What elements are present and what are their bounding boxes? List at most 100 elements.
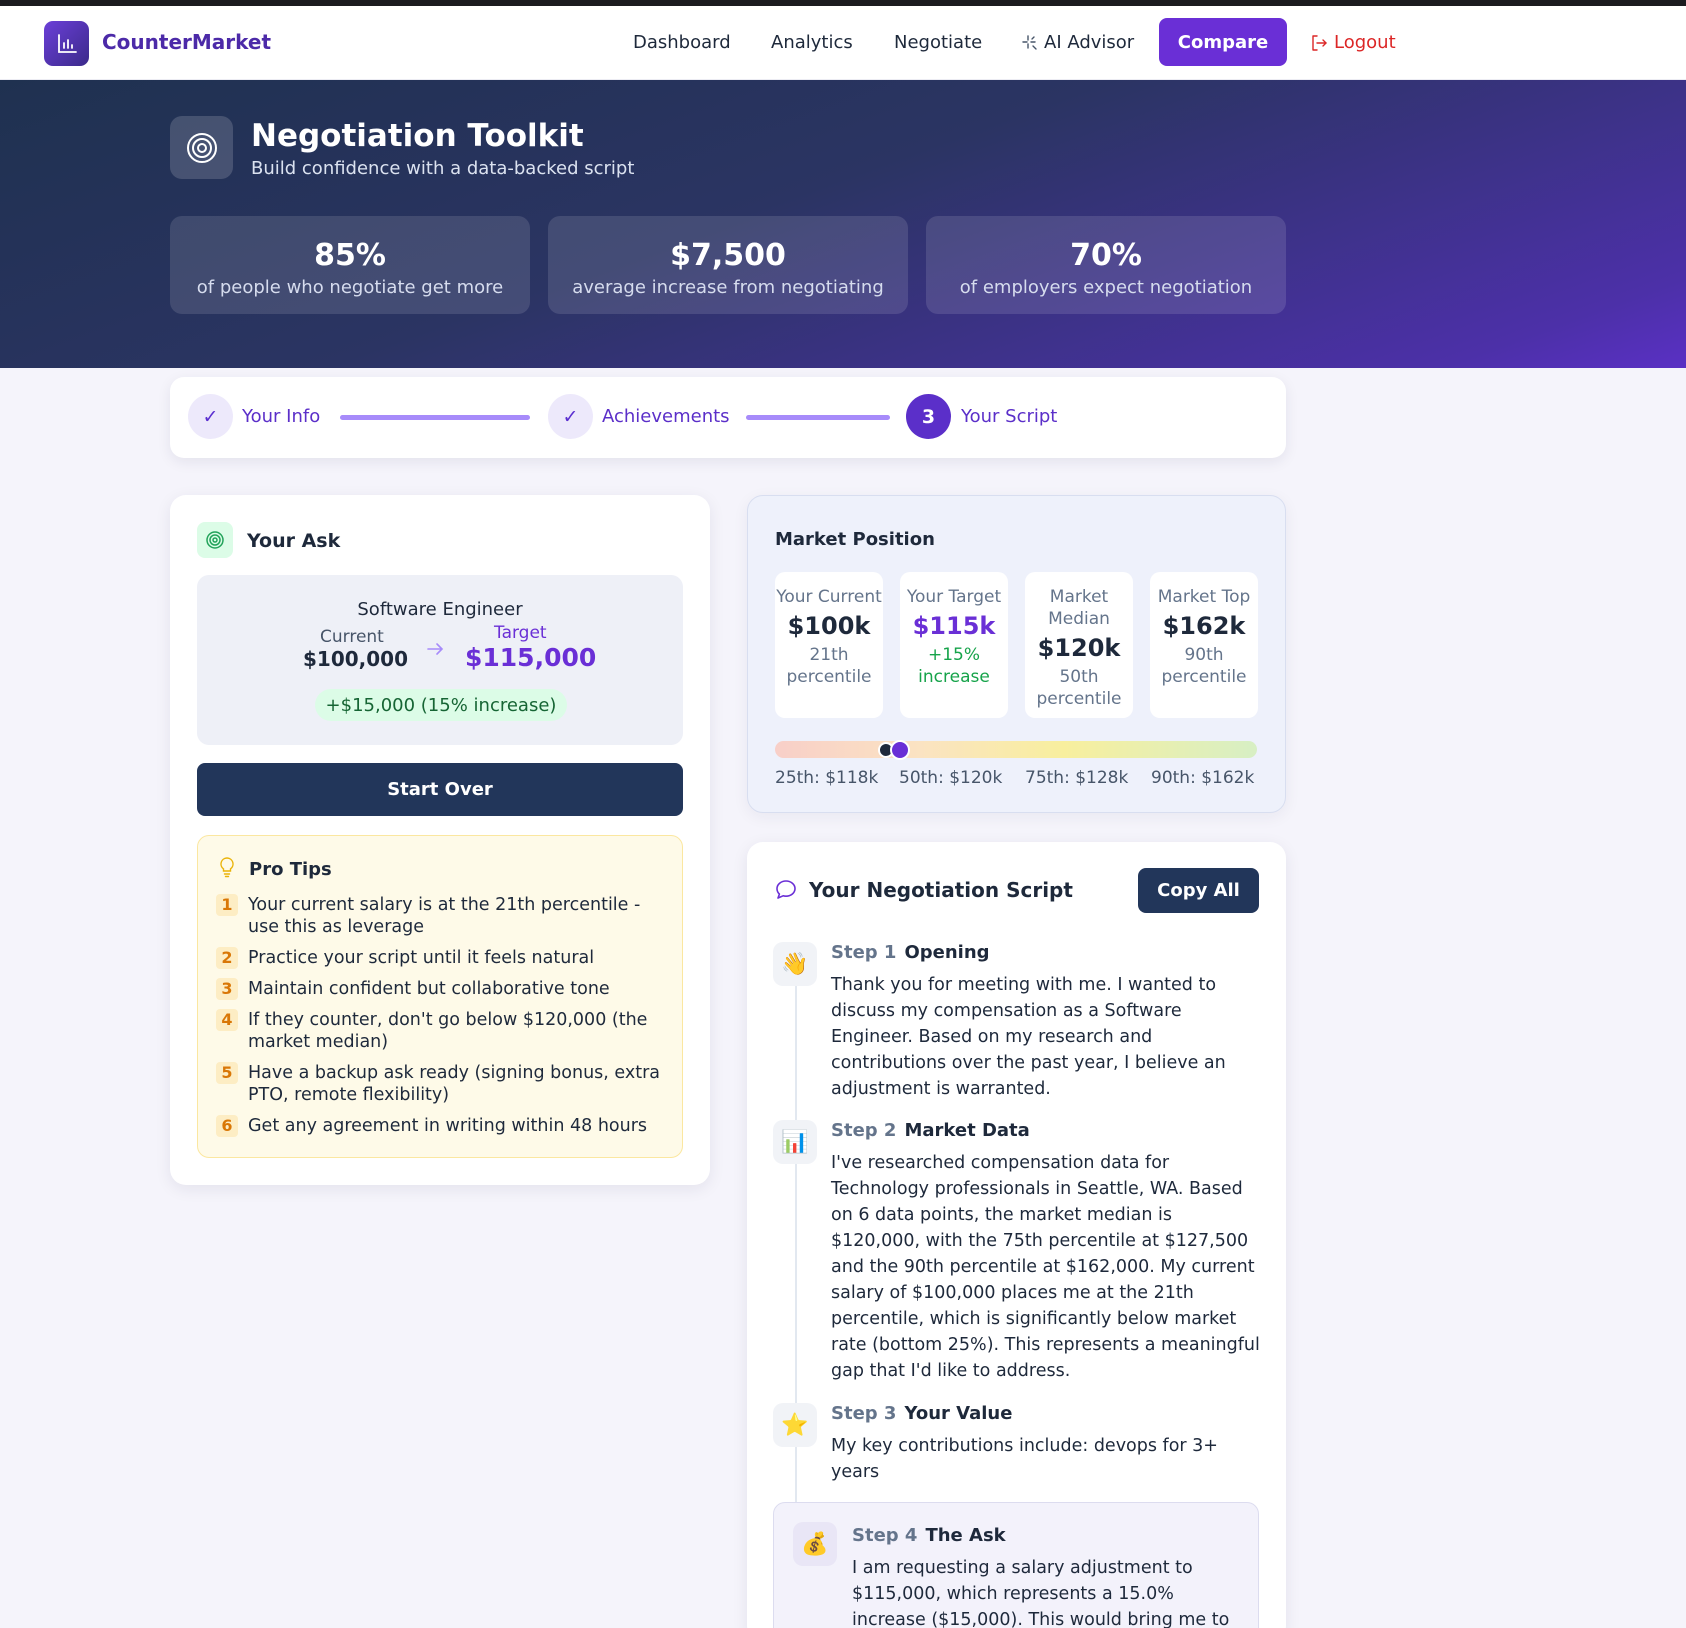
tip-number: 4 bbox=[216, 1009, 238, 1031]
stat-value: $7,500 bbox=[670, 238, 786, 273]
step-name: The Ask bbox=[925, 1525, 1006, 1546]
chart-icon bbox=[57, 33, 77, 53]
market-stat-label: Your Target bbox=[906, 587, 1002, 607]
stat-card: 70% of employers expect negotiation bbox=[926, 216, 1286, 314]
tips-title: Pro Tips bbox=[249, 859, 332, 880]
logout-label: Logout bbox=[1334, 32, 1396, 53]
script-title: Your Negotiation Script bbox=[809, 878, 1073, 902]
money-bag-icon: 💰 bbox=[793, 1522, 837, 1566]
step-name: Your Value bbox=[904, 1403, 1013, 1424]
market-stat-value: $162k bbox=[1162, 612, 1246, 640]
job-title: Software Engineer bbox=[357, 599, 523, 620]
progress-stepper: ✓ Your Info ✓ Achievements 3 Your Script bbox=[170, 377, 1286, 458]
percentile-label: 90th: $162k bbox=[1151, 768, 1255, 788]
brand-logo[interactable] bbox=[44, 21, 89, 66]
tip-number: 5 bbox=[216, 1062, 238, 1084]
tip-text: Your current salary is at the 21th perce… bbox=[248, 895, 641, 937]
market-stat-label: Market Median bbox=[1048, 587, 1110, 629]
percentile-label: 25th: $118k bbox=[775, 768, 879, 788]
waving-hand-icon: 👋 bbox=[773, 942, 817, 986]
ask-title: Your Ask bbox=[247, 530, 341, 552]
step-number: Step 2 bbox=[831, 1120, 897, 1141]
market-stat-sub: 50th percentile bbox=[1036, 667, 1122, 709]
step-connector bbox=[340, 415, 530, 420]
start-over-button[interactable]: Start Over bbox=[197, 763, 683, 816]
nav-link-negotiate[interactable]: Negotiate bbox=[894, 32, 982, 53]
logout-link[interactable]: Logout bbox=[1310, 32, 1396, 53]
step-heading: Step 1 Opening bbox=[831, 942, 990, 963]
negotiation-script-card: Your Negotiation Script Copy All 👋 Step … bbox=[747, 842, 1286, 1628]
target-salary-marker bbox=[890, 739, 911, 760]
nav-link-dashboard[interactable]: Dashboard bbox=[633, 32, 731, 53]
pro-tips: Pro Tips 1 Your current salary is at the … bbox=[197, 835, 683, 1158]
step-text: I've researched compensation data for Te… bbox=[831, 1153, 1260, 1381]
page-subtitle: Build confidence with a data-backed scri… bbox=[251, 158, 635, 179]
market-stat-current: Your Current $100k 21th percentile bbox=[775, 572, 883, 718]
step-3-label[interactable]: Your Script bbox=[961, 406, 1057, 427]
nav-link-analytics[interactable]: Analytics bbox=[771, 32, 853, 53]
sparkle-icon bbox=[1022, 34, 1037, 50]
step-name: Opening bbox=[904, 942, 990, 963]
tip-text: Practice your script until it feels natu… bbox=[248, 948, 595, 968]
percentile-bar bbox=[775, 739, 1257, 760]
step-heading: Step 3 Your Value bbox=[831, 1403, 1012, 1424]
step-2-label[interactable]: Achievements bbox=[602, 406, 730, 427]
step-3-number[interactable]: 3 bbox=[906, 394, 951, 439]
market-stat-median: Market Median $120k 50th percentile bbox=[1025, 572, 1133, 718]
tip-text: If they counter, don't go below $120,000… bbox=[248, 1010, 648, 1052]
step-heading: Step 2 Market Data bbox=[831, 1120, 1030, 1141]
tip-text: Maintain confident but collaborative ton… bbox=[248, 979, 610, 999]
percentile-label: 75th: $128k bbox=[1025, 768, 1129, 788]
market-stat-sub: 21th percentile bbox=[786, 645, 872, 687]
market-stat-top: Market Top $162k 90th percentile bbox=[1150, 572, 1258, 718]
step-1-label[interactable]: Your Info bbox=[242, 406, 320, 427]
target-icon bbox=[206, 531, 224, 549]
current-label: Current bbox=[320, 627, 384, 647]
stat-card: 85% of people who negotiate get more bbox=[170, 216, 530, 314]
tip-item: 2 Practice your script until it feels nat… bbox=[216, 947, 668, 969]
lightbulb-icon bbox=[220, 857, 234, 878]
copy-all-button[interactable]: Copy All bbox=[1138, 868, 1259, 913]
star-icon: ⭐ bbox=[773, 1403, 817, 1447]
hero-banner: Negotiation Toolkit Build confidence wit… bbox=[0, 80, 1686, 368]
market-stat-value: $120k bbox=[1037, 634, 1121, 662]
nav-link-ai-advisor[interactable]: AI Advisor bbox=[1022, 32, 1134, 53]
chat-bubble-icon bbox=[776, 880, 796, 899]
top-nav: CounterMarket Dashboard Analytics Negoti… bbox=[0, 6, 1686, 80]
page-title: Negotiation Toolkit bbox=[251, 118, 584, 154]
stat-value: 85% bbox=[314, 238, 386, 273]
tips-list: 1 Your current salary is at the 21th perc… bbox=[216, 894, 668, 1146]
bar-chart-icon: 📊 bbox=[773, 1120, 817, 1164]
tip-item: 6 Get any agreement in writing within 48 … bbox=[216, 1115, 668, 1137]
step-number: Step 1 bbox=[831, 942, 897, 963]
hero-icon-box bbox=[170, 116, 233, 179]
stat-label: of employers expect negotiation bbox=[959, 277, 1253, 298]
percentile-label: 50th: $120k bbox=[899, 768, 1003, 788]
brand-name[interactable]: CounterMarket bbox=[102, 30, 271, 54]
increase-badge: +$15,000 (15% increase) bbox=[315, 689, 567, 721]
your-ask-card: Your Ask Software Engineer Current $100,… bbox=[170, 495, 710, 1185]
ask-icon-box bbox=[197, 522, 233, 558]
tip-text: Get any agreement in writing within 48 h… bbox=[248, 1116, 648, 1136]
step-number: Step 3 bbox=[831, 1403, 897, 1424]
market-stat-value: $100k bbox=[787, 612, 871, 640]
tip-item: 5 Have a backup ask ready (signing bonus,… bbox=[216, 1062, 668, 1106]
market-stat-label: Market Top bbox=[1157, 587, 1251, 607]
market-position-card: Market Position Your Current $100k 21th … bbox=[747, 495, 1286, 813]
tip-number: 6 bbox=[216, 1115, 238, 1137]
step-2-check[interactable]: ✓ bbox=[548, 394, 593, 439]
stat-label: average increase from negotiating bbox=[572, 277, 884, 298]
target-icon bbox=[186, 132, 217, 163]
tip-number: 1 bbox=[216, 894, 238, 916]
step-1-check[interactable]: ✓ bbox=[188, 394, 233, 439]
logout-icon bbox=[1312, 34, 1327, 51]
stat-value: 70% bbox=[1070, 238, 1142, 273]
current-salary: $100,000 bbox=[303, 647, 409, 671]
step-number: Step 4 bbox=[852, 1525, 918, 1546]
stat-card: $7,500 average increase from negotiating bbox=[548, 216, 908, 314]
market-stat-sub: 90th percentile bbox=[1161, 645, 1247, 687]
step-heading: Step 4 The Ask bbox=[852, 1525, 1006, 1546]
tip-text: Have a backup ask ready (signing bonus, … bbox=[248, 1063, 661, 1105]
compare-button[interactable]: Compare bbox=[1159, 18, 1287, 66]
market-stat-sub: +15% increase bbox=[918, 645, 990, 687]
